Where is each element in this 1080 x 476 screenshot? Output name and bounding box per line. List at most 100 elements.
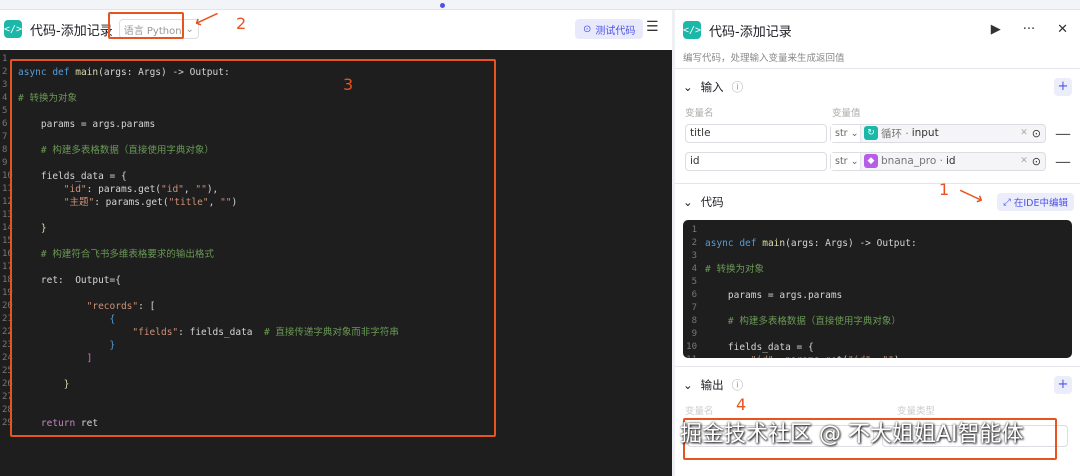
close-icon[interactable]: ✕ (1057, 22, 1068, 37)
code-line: 2 async def main(args: Args) -> Output: (683, 237, 1072, 250)
annotation-number-2: 2 (236, 14, 247, 33)
code-token: main (762, 238, 786, 249)
line-number: 8 (691, 316, 697, 326)
add-output-button[interactable]: + (1054, 376, 1072, 394)
ide-title: 代码-添加记录 (30, 23, 113, 39)
annotation-number-1: 1 (939, 180, 950, 199)
loop-icon: ↻ (864, 126, 878, 140)
code-token: # 构建多表格数据（直接使用字典对象） (705, 316, 901, 327)
code-line: 10 fields_data = { (683, 341, 1072, 354)
remove-input-button[interactable]: — (1055, 152, 1071, 171)
info-icon: ⓘ (731, 80, 744, 94)
target-icon[interactable]: ⊙ (1032, 155, 1041, 168)
variable-value-field[interactable]: str ⌄ ◆ bnana_pro · id ✕ ⊙ (830, 151, 1046, 171)
code-line: 7 (683, 302, 1072, 315)
out-col-type-label: 变量类型 (897, 406, 936, 417)
play-circle-icon: ⊙ (583, 23, 592, 35)
annotation-number-4: 4 (736, 395, 747, 414)
add-input-button[interactable]: + (1054, 78, 1072, 96)
clear-icon[interactable]: ✕ (1020, 156, 1028, 166)
test-code-label: 测试代码 (595, 25, 636, 37)
expand-icon: ⤢ (1003, 196, 1011, 208)
source-node: 循环 · (881, 127, 909, 140)
line-text (701, 224, 705, 237)
line-text: # 转换为对象 (701, 263, 764, 276)
code-line: 1 (683, 224, 1072, 237)
info-icon: ⓘ (731, 378, 744, 392)
code-token: , (871, 355, 882, 358)
output-label: 输出 (700, 378, 724, 392)
more-icon[interactable]: ··· (1023, 22, 1035, 37)
test-code-button[interactable]: ⊙ 测试代码 (575, 19, 644, 39)
type-label: str (835, 155, 848, 167)
line-text (701, 302, 705, 315)
line-number: 5 (691, 277, 697, 287)
code-token: "" (882, 355, 893, 358)
code-token: fields_data = { (705, 342, 814, 353)
line-text: params = args.params (701, 289, 842, 302)
out-col-name-label: 变量名 (685, 406, 714, 417)
run-icon[interactable]: ▶ (991, 22, 1001, 37)
collapse-menu-icon[interactable]: ☰ (646, 19, 659, 35)
source-variable: id (945, 155, 956, 167)
line-number: 6 (691, 290, 697, 300)
type-select[interactable]: str ⌄ (831, 124, 861, 142)
code-line: 8 # 构建多表格数据（直接使用字典对象） (683, 315, 1072, 328)
edit-in-ide-button[interactable]: ⤢ 在IDE中编辑 (997, 193, 1074, 211)
code-line: 3 (683, 250, 1072, 263)
code-token: "id" (848, 355, 871, 358)
code-token: async (705, 238, 740, 249)
type-select[interactable]: str ⌄ (831, 152, 861, 170)
line-number: 3 (691, 251, 697, 261)
code-token: ), (894, 355, 905, 358)
clear-icon[interactable]: ✕ (1020, 128, 1028, 138)
panel-subtitle: 编写代码，处理输入变量来生成返回值 (683, 53, 845, 64)
line-number: 9 (691, 329, 697, 339)
panel-header: </> 代码-添加记录 ▶ ··· ✕ (675, 10, 1080, 50)
code-label: 代码 (700, 195, 724, 209)
top-bar (0, 0, 1080, 10)
plugin-icon: ◆ (864, 154, 878, 168)
code-section-header[interactable]: ⌄ 代码 ⤢ 在IDE中编辑 (675, 184, 1080, 220)
code-line: 5 (683, 276, 1072, 289)
line-number: 2 (691, 238, 697, 248)
code-line: 4 # 转换为对象 (683, 263, 1072, 276)
code-line: 6 params = args.params (683, 289, 1072, 302)
code-preview[interactable]: 1 2 async def main(args: Args) -> Output: 3… (683, 220, 1072, 358)
chevron-down-icon: ⌄ (683, 80, 693, 94)
edit-in-ide-label: 在IDE中编辑 (1013, 198, 1068, 209)
chevron-down-icon: ⌄ (683, 195, 693, 209)
line-number: 7 (691, 303, 697, 313)
panel-title: 代码-添加记录 (709, 24, 792, 40)
line-text: async def main(args: Args) -> Output: (701, 237, 917, 250)
type-label: str (835, 127, 848, 139)
page-indicator (440, 3, 445, 8)
line-number: 4 (691, 264, 697, 274)
variable-name-input[interactable]: id (685, 151, 827, 171)
code-line: 9 (683, 328, 1072, 341)
code-token: def (739, 238, 763, 249)
code-token: : params.get( (774, 355, 848, 358)
remove-input-button[interactable]: — (1055, 124, 1071, 143)
variable-value-field[interactable]: str ⌄ ↻ 循环 · input ✕ ⊙ (830, 123, 1046, 143)
target-icon[interactable]: ⊙ (1032, 127, 1041, 140)
variable-name-input[interactable]: title (685, 123, 827, 143)
code-token: params = args.params (705, 290, 843, 301)
input-label: 输入 (700, 80, 724, 94)
line-text (701, 276, 705, 289)
chevron-down-icon: ⌄ (185, 23, 194, 35)
source-node: bnana_pro · (881, 155, 943, 167)
ide-header: </> 代码-添加记录 语言 Python ⌄ ⊙ 测试代码 ☰ (0, 10, 672, 48)
line-text: # 构建多表格数据（直接使用字典对象） (701, 315, 901, 328)
input-section-header[interactable]: ⌄ 输入 ⓘ + (675, 69, 1080, 105)
chevron-down-icon: ⌄ (683, 378, 693, 392)
code-token: (args: Args) -> Output: (785, 238, 917, 249)
line-number: 1 (691, 225, 697, 235)
line-text: fields_data = { (701, 341, 814, 354)
code-node-icon: </> (683, 21, 701, 39)
line-text: "id": params.get("id", ""), (701, 354, 906, 358)
code-node-icon: </> (4, 20, 22, 38)
code-token: "id" (751, 355, 774, 358)
input-row: id str ⌄ ◆ bnana_pro · id ✕ ⊙ — (675, 147, 1080, 175)
